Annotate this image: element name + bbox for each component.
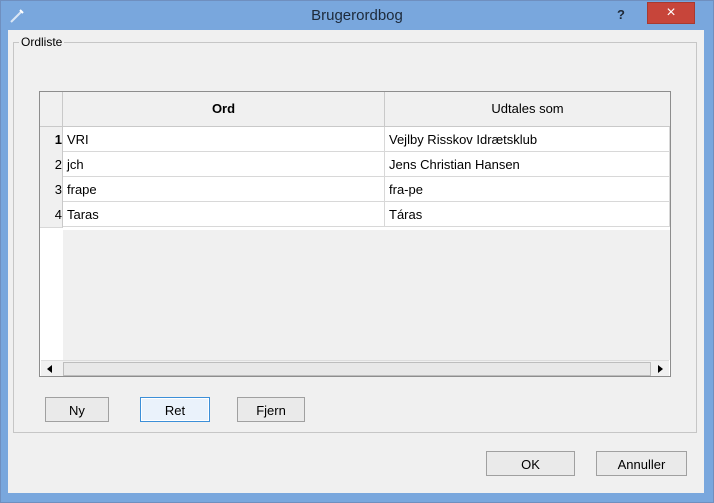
row-header[interactable]: 1 [40, 127, 63, 153]
column-header-word[interactable]: Ord [63, 92, 385, 127]
table-empty-area [63, 230, 670, 360]
ok-button[interactable]: OK [486, 451, 575, 476]
word-table[interactable]: Ord Udtales som 1 VRI Vejlby Risskov Idr… [39, 91, 671, 377]
table-cell-word[interactable]: Taras [63, 202, 385, 227]
table-cell-pronunciation[interactable]: fra-pe [385, 177, 670, 202]
row-header[interactable]: 2 [40, 152, 63, 178]
table-cell-word[interactable]: frape [63, 177, 385, 202]
edit-button[interactable]: Ret [140, 397, 210, 422]
table-cell-pronunciation[interactable]: Jens Christian Hansen [385, 152, 670, 177]
help-button[interactable]: ? [613, 7, 629, 23]
scroll-right-button[interactable] [651, 361, 669, 376]
row-header[interactable]: 3 [40, 177, 63, 203]
window-title: Brugerordbog [311, 7, 403, 24]
scroll-left-button[interactable] [41, 361, 59, 376]
title-bar[interactable]: Brugerordbog ? × [1, 1, 713, 31]
arrow-left-icon [47, 365, 52, 373]
horizontal-scrollbar[interactable] [41, 360, 669, 376]
table-cell-word[interactable]: VRI [63, 127, 385, 152]
new-button[interactable]: Ny [45, 397, 109, 422]
arrow-right-icon [658, 365, 663, 373]
column-header-pronunciation[interactable]: Udtales som [385, 92, 670, 127]
group-title: Ordliste [19, 35, 65, 49]
row-header[interactable]: 4 [40, 202, 63, 228]
remove-button[interactable]: Fjern [237, 397, 305, 422]
table-cell-pronunciation[interactable]: Táras [385, 202, 670, 227]
cancel-button[interactable]: Annuller [596, 451, 687, 476]
table-corner[interactable] [40, 92, 63, 127]
table-cell-pronunciation[interactable]: Vejlby Risskov Idrætsklub [385, 127, 670, 152]
table-cell-word[interactable]: jch [63, 152, 385, 177]
close-button[interactable]: × [647, 2, 695, 24]
scroll-thumb[interactable] [63, 362, 651, 376]
